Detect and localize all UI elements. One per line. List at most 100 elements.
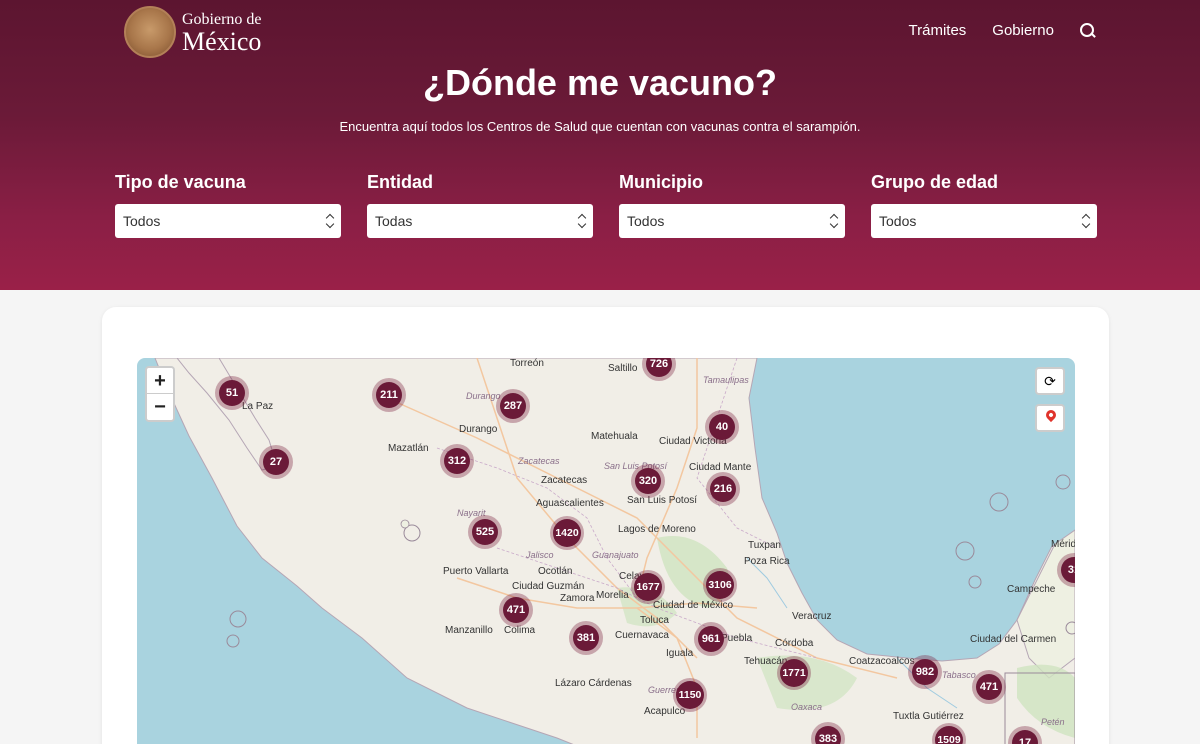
place-label: Tuxpan xyxy=(748,540,781,551)
filter-tipo-vacuna: Tipo de vacuna Todos xyxy=(115,172,341,238)
select-chevron-icon xyxy=(830,214,838,228)
filter-label: Entidad xyxy=(367,172,433,192)
cluster-marker[interactable]: 312 xyxy=(440,444,474,478)
cluster-marker[interactable]: 982 xyxy=(908,655,942,689)
place-label: Tamaulipas xyxy=(703,375,749,385)
page-title: ¿Dónde me vacuno? xyxy=(422,62,778,103)
cluster-count: 17 xyxy=(1012,730,1038,744)
place-label: Durango xyxy=(459,424,498,435)
place-label: Morelia xyxy=(596,590,629,601)
select-value: Todos xyxy=(627,213,665,229)
coat-of-arms-icon xyxy=(124,6,176,58)
place-label: Cuernavaca xyxy=(615,630,669,641)
place-label: Ciudad del Carmen xyxy=(970,634,1057,645)
place-label: Lagos de Moreno xyxy=(618,524,696,535)
place-label: Puerto Vallarta xyxy=(443,566,509,577)
locate-button[interactable] xyxy=(1035,404,1065,432)
place-label: Tabasco xyxy=(942,670,976,680)
place-label: Iguala xyxy=(666,648,694,659)
cluster-marker[interactable]: 381 xyxy=(569,621,603,655)
filter-municipio: Municipio Todos xyxy=(619,172,845,238)
cluster-marker[interactable]: 471 xyxy=(499,593,533,627)
cluster-marker[interactable]: 1420 xyxy=(550,516,584,550)
cluster-count: 320 xyxy=(635,468,661,494)
select-chevron-icon xyxy=(326,214,334,228)
cluster-count: 1420 xyxy=(553,519,581,547)
place-label: Lázaro Cárdenas xyxy=(555,678,632,689)
filter-label: Grupo de edad xyxy=(871,172,999,192)
place-label: Aguascalientes xyxy=(536,498,604,509)
cluster-marker[interactable]: 211 xyxy=(372,378,406,412)
place-label: La Paz xyxy=(242,401,274,412)
cluster-marker[interactable]: 27 xyxy=(259,445,293,479)
cluster-count: 525 xyxy=(472,519,498,545)
place-label: Saltillo xyxy=(608,363,638,374)
cluster-marker[interactable]: 287 xyxy=(496,389,530,423)
place-label: Guanajuato xyxy=(592,550,639,560)
cluster-count: 381 xyxy=(573,625,599,651)
cluster-count: 287 xyxy=(500,393,526,419)
place-label: Toluca xyxy=(640,615,669,626)
place-label: Manzanillo xyxy=(445,625,493,636)
filter-label: Tipo de vacuna xyxy=(115,172,246,192)
place-label: Córdoba xyxy=(775,638,814,649)
cluster-marker[interactable]: 3106 xyxy=(703,568,737,602)
entidad-select[interactable]: Todas xyxy=(367,204,593,238)
zoom-in-button[interactable]: + xyxy=(147,368,173,394)
cluster-count: 31 xyxy=(1061,557,1075,583)
cluster-count: 471 xyxy=(976,674,1002,700)
cluster-marker[interactable]: 1150 xyxy=(673,678,707,712)
logo-line-2: México xyxy=(182,26,262,56)
cluster-count: 726 xyxy=(646,358,672,377)
place-label: Zacatecas xyxy=(541,475,588,486)
cluster-count: 471 xyxy=(503,597,529,623)
zoom-control: + − xyxy=(145,366,175,422)
cluster-count: 982 xyxy=(912,659,938,685)
place-label: Poza Rica xyxy=(744,556,790,567)
nav-gobierno[interactable]: Gobierno xyxy=(992,22,1054,39)
zoom-out-button[interactable]: − xyxy=(147,394,173,420)
cluster-count: 211 xyxy=(376,382,402,408)
place-label: Tuxtla Gutiérrez xyxy=(893,711,964,722)
place-label: Colima xyxy=(504,625,536,636)
place-label: Campeche xyxy=(1007,584,1056,595)
place-label: Mazatlán xyxy=(388,443,429,454)
select-value: Todas xyxy=(375,213,413,229)
reset-view-button[interactable]: ⟳ xyxy=(1035,367,1065,395)
place-label: Zacatecas xyxy=(518,456,560,466)
cluster-marker[interactable]: 1771 xyxy=(777,656,811,690)
reset-icon: ⟳ xyxy=(1044,373,1056,389)
place-label: Ciudad Guzmán xyxy=(512,581,585,592)
select-chevron-icon xyxy=(1082,214,1090,228)
cluster-marker[interactable]: 471 xyxy=(972,670,1006,704)
cluster-count: 3106 xyxy=(706,571,734,599)
filter-label: Municipio xyxy=(619,172,703,192)
cluster-count: 1509 xyxy=(935,726,963,744)
grupo-edad-select[interactable]: Todos xyxy=(871,204,1097,238)
nav-tramites[interactable]: Trámites xyxy=(909,22,967,39)
municipio-select[interactable]: Todos xyxy=(619,204,845,238)
place-label: Coatzacoalcos xyxy=(849,656,915,667)
cluster-count: 27 xyxy=(263,449,289,475)
place-label: Durango xyxy=(466,391,501,401)
cluster-count: 312 xyxy=(444,448,470,474)
search-icon[interactable] xyxy=(1080,22,1096,39)
tipo-vacuna-select[interactable]: Todos xyxy=(115,204,341,238)
select-chevron-icon xyxy=(578,214,586,228)
vaccination-map[interactable]: + − ⟳ Torreón Saltillo Tamaulipas La Paz… xyxy=(137,358,1075,744)
cluster-marker[interactable]: 320 xyxy=(631,464,665,498)
place-label: Mérida xyxy=(1051,539,1075,550)
cluster-marker[interactable]: 40 xyxy=(705,410,739,444)
place-label: Veracruz xyxy=(792,611,832,622)
logo-line-1: Gobierno de xyxy=(182,10,262,28)
cluster-marker[interactable]: 216 xyxy=(706,472,740,506)
cluster-marker[interactable]: 961 xyxy=(694,622,728,656)
cluster-marker[interactable]: 51 xyxy=(215,376,249,410)
cluster-count: 216 xyxy=(710,476,736,502)
cluster-marker[interactable]: 1677 xyxy=(631,570,665,604)
gobierno-logo[interactable]: Gobierno de México xyxy=(124,6,262,58)
filter-bar: Tipo de vacuna Todos Entidad Todas Munic… xyxy=(115,172,1097,238)
cluster-marker[interactable]: 525 xyxy=(468,515,502,549)
select-value: Todos xyxy=(123,213,161,229)
cluster-count: 1771 xyxy=(780,659,808,687)
